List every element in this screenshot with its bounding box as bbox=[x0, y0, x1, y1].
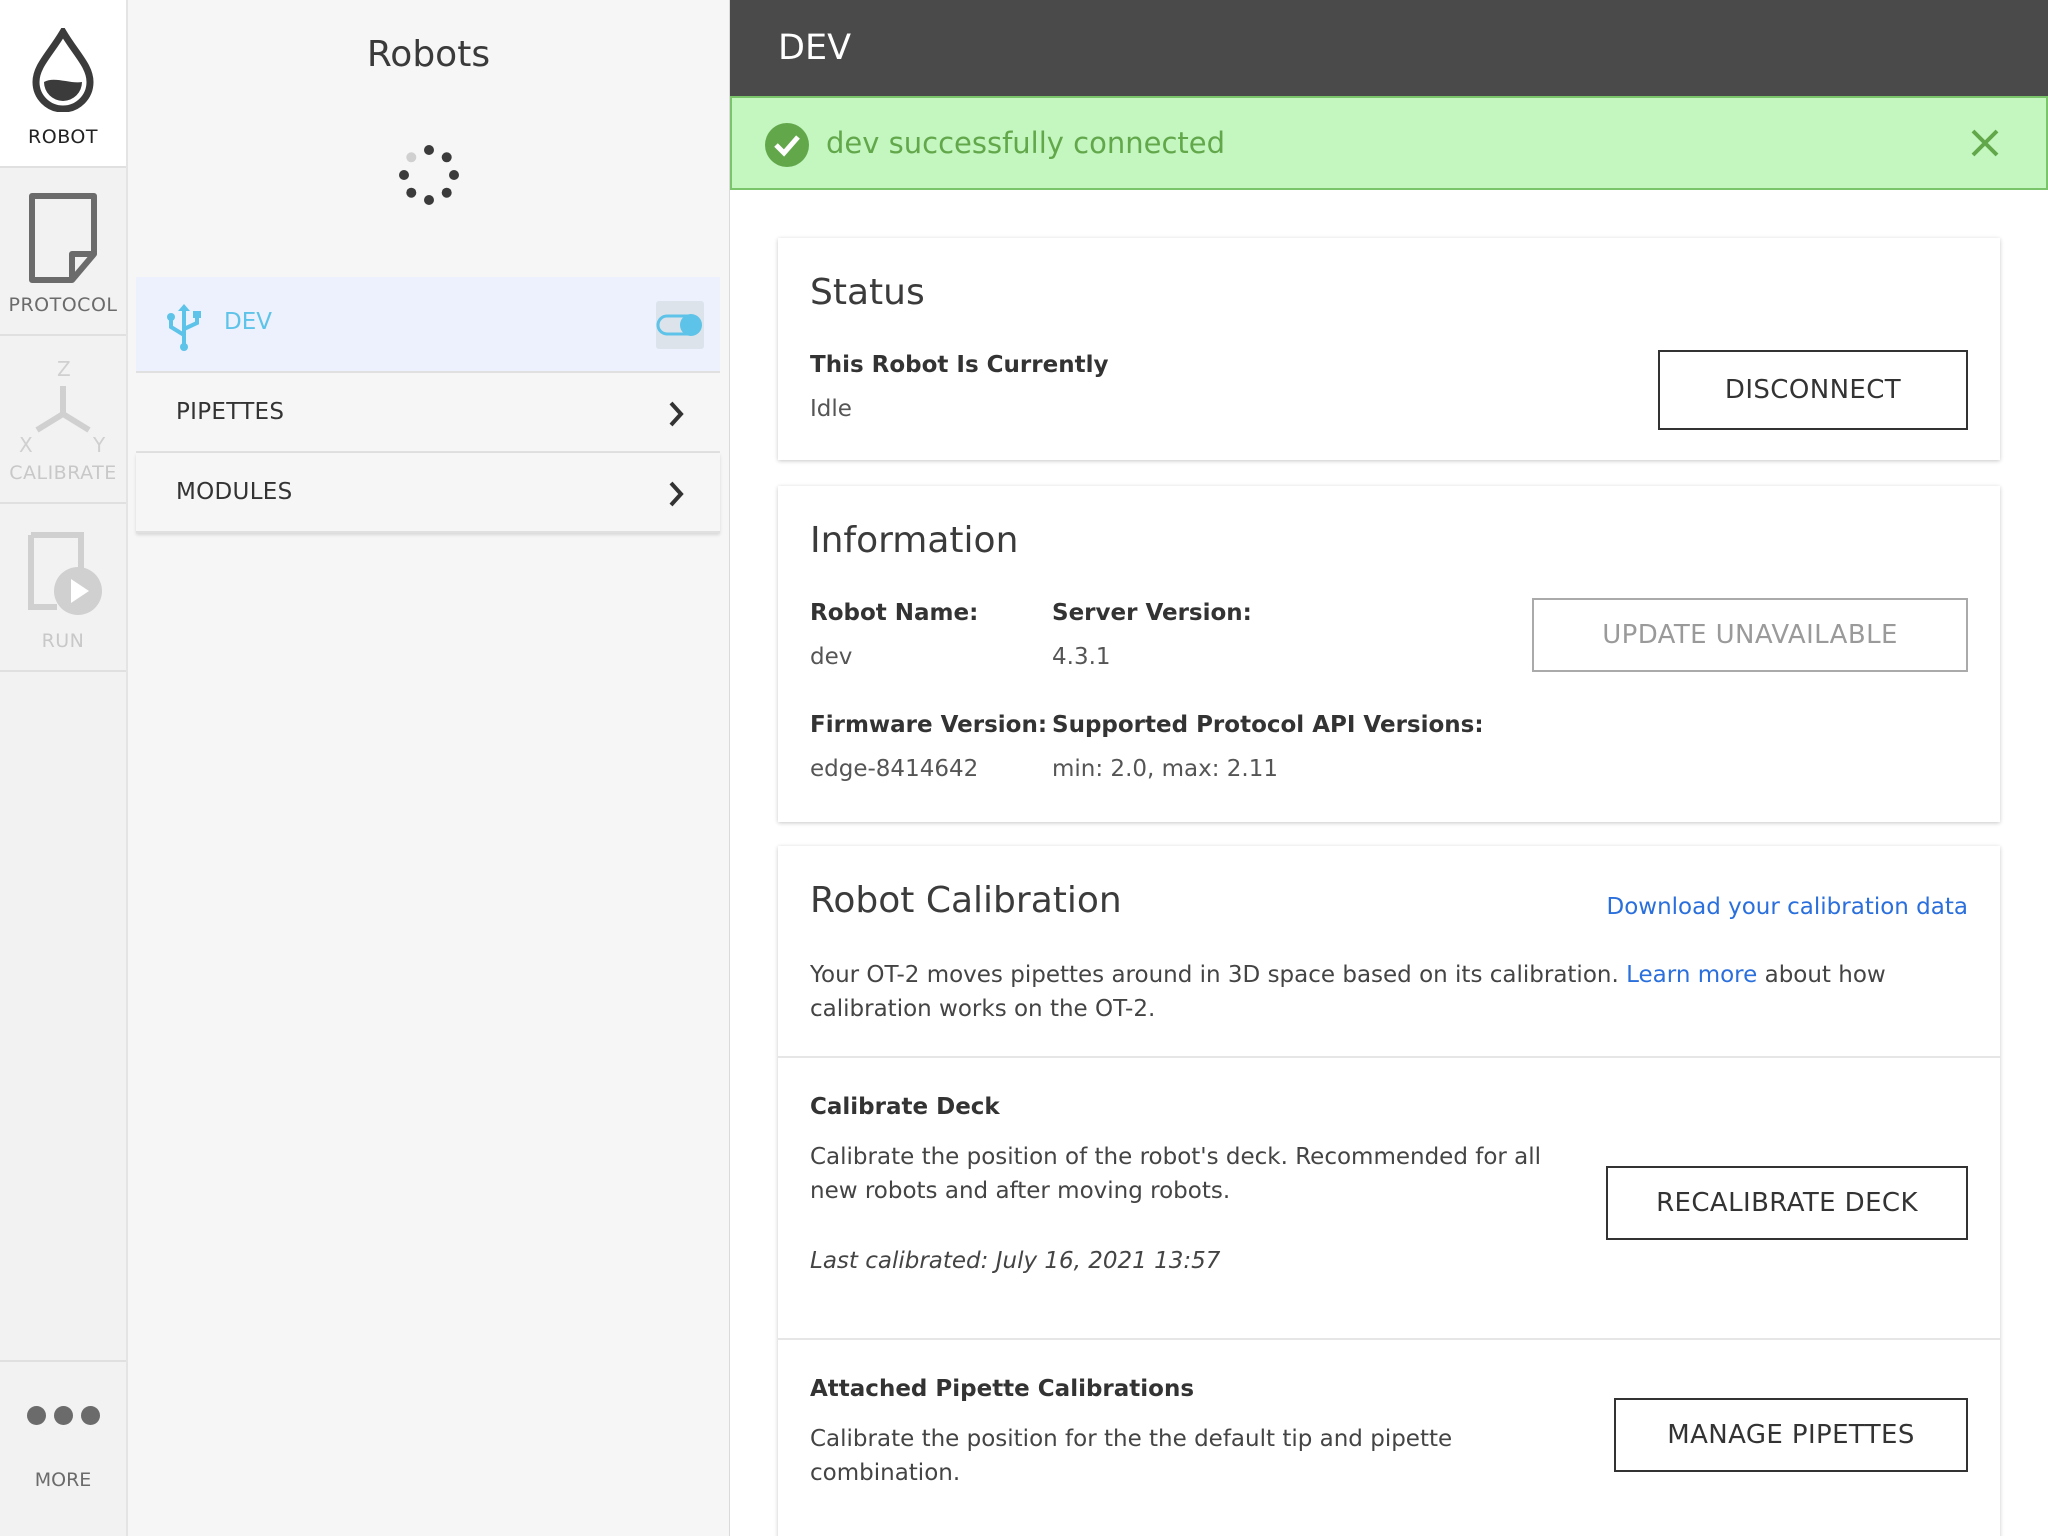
robot-connect-toggle[interactable] bbox=[656, 301, 704, 349]
status-card-title: Status bbox=[810, 272, 925, 313]
server-version-label: Server Version: bbox=[1052, 600, 1252, 626]
nav-protocol-button[interactable]: PROTOCOL bbox=[0, 168, 126, 336]
modules-label: MODULES bbox=[176, 479, 293, 505]
nav-calibrate-label: CALIBRATE bbox=[9, 462, 117, 484]
robots-panel: Robots DEV PIPETTES MODULES bbox=[128, 0, 730, 1536]
download-calibration-link[interactable]: Download your calibration data bbox=[1606, 890, 1968, 924]
server-version-value: 4.3.1 bbox=[1052, 644, 1111, 670]
nav-robot-button[interactable]: ROBOT bbox=[0, 0, 126, 168]
nav-calibrate-button[interactable]: Z X Y CALIBRATE bbox=[0, 336, 126, 504]
axis-z-label: Z bbox=[57, 357, 71, 381]
recalibrate-deck-button[interactable]: RECALIBRATE DECK bbox=[1606, 1166, 1968, 1240]
chevron-right-icon bbox=[669, 401, 684, 427]
disconnect-button[interactable]: DISCONNECT bbox=[1658, 350, 1968, 430]
robot-list-item-dev[interactable]: DEV bbox=[136, 277, 720, 373]
calibration-intro-text: Your OT-2 moves pipettes around in 3D sp… bbox=[810, 962, 1886, 1022]
deck-last-calibrated: Last calibrated: July 16, 2021 13:57 bbox=[810, 1248, 1221, 1274]
nav-more-label: MORE bbox=[34, 1469, 92, 1491]
nav-run-label: RUN bbox=[41, 630, 85, 652]
robot-calibration-card: Robot Calibration Download your calibrat… bbox=[778, 846, 2000, 1536]
axis-x-label: X bbox=[19, 433, 33, 456]
nav-protocol-label: PROTOCOL bbox=[8, 294, 118, 316]
chevron-right-icon bbox=[669, 481, 684, 507]
main-content: DEV dev successfully connected Status Th… bbox=[730, 0, 2048, 1536]
status-card: Status This Robot Is Currently Idle DISC… bbox=[778, 238, 2000, 460]
section-divider bbox=[778, 1056, 2000, 1058]
robot-name-label: Robot Name: bbox=[810, 600, 979, 626]
title-bar: DEV bbox=[730, 0, 2048, 96]
robot-calibration-title: Robot Calibration bbox=[810, 880, 1122, 921]
firmware-version-label: Firmware Version: bbox=[810, 712, 1048, 738]
manage-pipettes-button[interactable]: MANAGE PIPETTES bbox=[1614, 1398, 1968, 1472]
pipette-calibrations-description: Calibrate the position for the the defau… bbox=[810, 1426, 1453, 1486]
page-title: DEV bbox=[778, 28, 852, 68]
robot-status-label: This Robot Is Currently bbox=[810, 352, 1109, 378]
section-divider bbox=[778, 1338, 2000, 1340]
robot-subitem-pipettes[interactable]: PIPETTES bbox=[136, 373, 720, 453]
api-versions-value: min: 2.0, max: 2.11 bbox=[1052, 756, 1279, 782]
robots-panel-title: Robots bbox=[366, 34, 491, 75]
information-card-title: Information bbox=[810, 520, 1019, 561]
update-unavailable-button[interactable]: UPDATE UNAVAILABLE bbox=[1532, 598, 1968, 672]
api-versions-label: Supported Protocol API Versions: bbox=[1052, 712, 1484, 738]
robot-subitem-modules[interactable]: MODULES bbox=[136, 453, 720, 533]
robot-drop-icon bbox=[30, 18, 96, 122]
close-icon[interactable] bbox=[1970, 128, 2000, 158]
nav-rail: ROBOT PROTOCOL Z X Y CALIBRATE RUN MORE bbox=[0, 0, 128, 1536]
information-card: Information Robot Name: dev Server Versi… bbox=[778, 486, 2000, 822]
robot-status-value: Idle bbox=[810, 396, 852, 422]
nav-more-button[interactable]: MORE bbox=[0, 1360, 126, 1536]
calibrate-deck-description: Calibrate the position of the robot's de… bbox=[810, 1144, 1542, 1204]
toggle-on-icon bbox=[656, 314, 702, 336]
more-dots-icon bbox=[26, 1406, 100, 1425]
learn-more-link[interactable]: Learn more bbox=[1626, 962, 1757, 988]
nav-run-button[interactable]: RUN bbox=[0, 504, 126, 672]
alert-message: dev successfully connected bbox=[826, 126, 1226, 160]
usb-icon bbox=[167, 304, 201, 351]
run-play-icon bbox=[23, 522, 103, 626]
nav-robot-label: ROBOT bbox=[28, 126, 98, 148]
calibrate-deck-title: Calibrate Deck bbox=[810, 1094, 1000, 1120]
pipettes-label: PIPETTES bbox=[176, 399, 285, 425]
success-alert: dev successfully connected bbox=[730, 96, 2048, 190]
axis-y-label: Y bbox=[92, 433, 106, 456]
loading-spinner-icon bbox=[399, 145, 459, 205]
firmware-version-value: edge-8414642 bbox=[810, 756, 979, 782]
calibrate-axes-icon: Z X Y bbox=[13, 354, 113, 458]
robot-name-label: DEV bbox=[224, 309, 272, 335]
protocol-file-icon bbox=[24, 186, 102, 290]
pipette-calibrations-title: Attached Pipette Calibrations bbox=[810, 1376, 1195, 1402]
robot-name-value: dev bbox=[810, 644, 853, 670]
check-circle-icon bbox=[765, 123, 809, 167]
